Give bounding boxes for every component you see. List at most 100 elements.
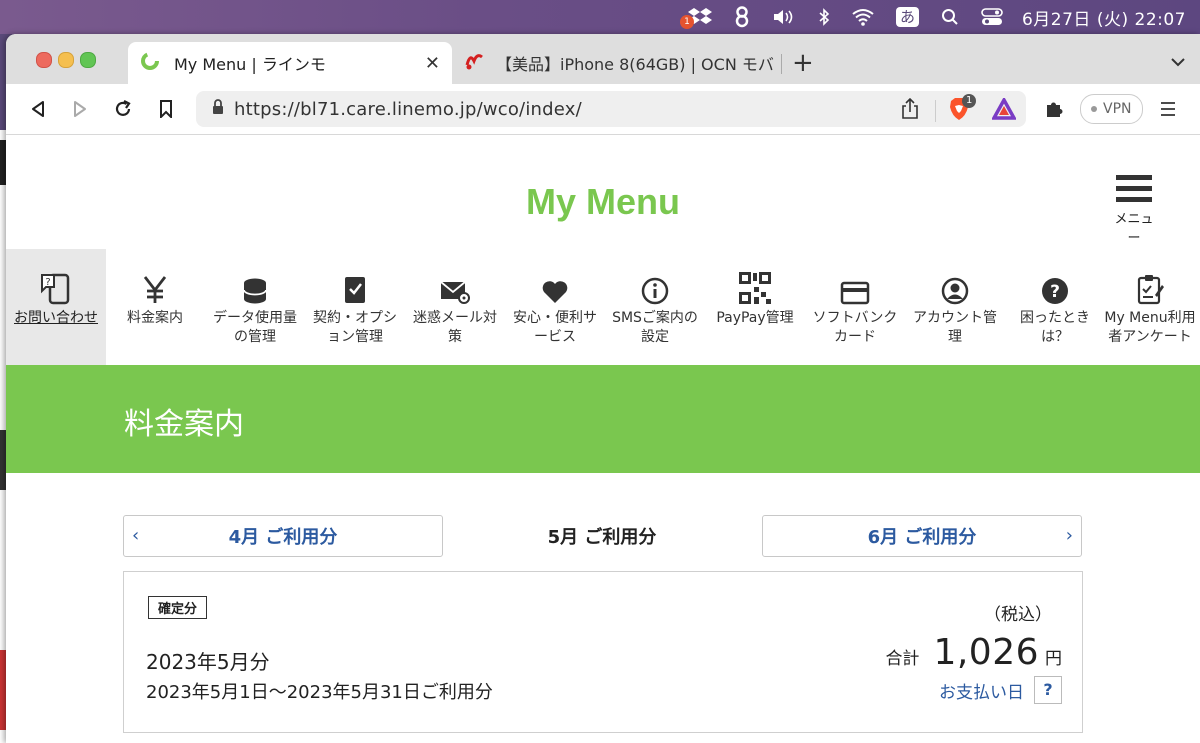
- next-month-label: 6月 ご利用分: [867, 527, 977, 548]
- nav-label: 迷惑メール対策: [413, 310, 497, 345]
- nav-item-spam-mail[interactable]: 迷惑メール対策: [406, 249, 504, 365]
- total-amount: 1,026: [933, 632, 1039, 673]
- nav-label: データ使用量の管理: [213, 310, 297, 345]
- volume-icon[interactable]: [772, 8, 796, 26]
- tab-bar: My Menu | ラインモ ✕ 【美品】iPhone 8(64GB) | OC…: [6, 34, 1200, 84]
- heart-icon: [542, 281, 568, 303]
- bookmark-button[interactable]: [154, 97, 178, 121]
- address-bar[interactable]: https://bl71.care.linemo.jp/wco/index/ 1: [196, 91, 1026, 127]
- vpn-button[interactable]: VPN: [1080, 94, 1143, 124]
- info-icon: [641, 277, 669, 305]
- tab-title: My Menu | ラインモ: [174, 55, 326, 74]
- nav-item-help[interactable]: ? 困ったときは？: [1006, 249, 1104, 365]
- nav-label: 契約・オプション管理: [313, 310, 397, 345]
- nav-label: お問い合わせ: [14, 310, 98, 326]
- nav-label: 困ったときは？: [1020, 310, 1090, 345]
- status-badge: 確定分: [148, 596, 208, 619]
- nav-label: 安心・便利サービス: [513, 310, 597, 345]
- nav-label: ソフトバンクカード: [812, 310, 898, 345]
- nav-label: PayPay管理: [716, 310, 794, 326]
- nav-item-survey[interactable]: My Menu利用者アンケート: [1100, 249, 1200, 365]
- app-status-icon[interactable]: [734, 6, 750, 28]
- currency-unit: 円: [1045, 649, 1062, 669]
- notification-badge: 1: [679, 15, 694, 29]
- control-center-icon[interactable]: [981, 8, 1003, 26]
- vpn-label: VPN: [1103, 101, 1132, 117]
- wifi-icon[interactable]: [852, 8, 874, 26]
- bill-summary-card: 確定分 2023年5月分 2023年5月1日〜2023年5月31日ご利用分 （税…: [123, 571, 1083, 733]
- nav-item-billing[interactable]: 料金案内: [106, 249, 204, 365]
- month-navigation: ‹ 4月 ご利用分 5月 ご利用分 6月 ご利用分 ›: [6, 515, 1200, 557]
- browser-window: My Menu | ラインモ ✕ 【美品】iPhone 8(64GB) | OC…: [6, 34, 1200, 743]
- extensions-puzzle-icon[interactable]: [1042, 97, 1066, 121]
- forward-button[interactable]: [68, 97, 92, 121]
- share-icon[interactable]: [901, 97, 919, 124]
- nav-item-account[interactable]: アカウント管理: [906, 249, 1004, 365]
- menu-bar: 1 あ 6月27日 (火) 22:07: [0, 0, 1200, 34]
- hamburger-menu-button[interactable]: メニュー: [1110, 175, 1158, 246]
- fullscreen-window-button[interactable]: [80, 52, 96, 68]
- browser-menu-icon[interactable]: [1156, 97, 1180, 121]
- user-icon: [941, 277, 969, 305]
- page-title: My Menu: [525, 181, 680, 222]
- database-icon: [243, 278, 267, 304]
- help-icon: ?: [1042, 278, 1068, 304]
- dropbox-icon[interactable]: 1: [679, 7, 712, 29]
- browser-toolbar: https://bl71.care.linemo.jp/wco/index/ 1…: [6, 84, 1200, 135]
- ocn-favicon-icon: [464, 51, 486, 75]
- current-month-label: 5月 ご利用分: [547, 527, 657, 548]
- menubar-clock[interactable]: 6月27日 (火) 22:07: [1022, 5, 1186, 30]
- card-icon: [840, 281, 870, 305]
- nav-item-paypay[interactable]: PayPay管理: [706, 249, 804, 365]
- section-header: 料金案内: [6, 365, 1200, 473]
- phone-question-icon: ?: [41, 273, 70, 305]
- payment-date-row: お支払い日 ?: [939, 676, 1062, 704]
- nav-menu: ? お問い合わせ 料金案内 データ使用量の管理 契約・オプション管理 迷惑メール…: [6, 249, 1200, 365]
- prev-month-label: 4月 ご利用分: [228, 527, 338, 548]
- nav-item-contract[interactable]: 契約・オプション管理: [306, 249, 404, 365]
- close-tab-icon[interactable]: ✕: [425, 53, 440, 74]
- minimize-window-button[interactable]: [58, 52, 74, 68]
- tax-note: （税込）: [984, 605, 1052, 625]
- nav-item-data-usage[interactable]: データ使用量の管理: [206, 249, 304, 365]
- nav-item-card[interactable]: ソフトバンクカード: [806, 249, 904, 365]
- section-title: 料金案内: [124, 407, 244, 442]
- tab-title: 【美品】iPhone 8(64GB) | OCN モバ: [496, 55, 774, 74]
- prev-month-button[interactable]: ‹ 4月 ご利用分: [123, 515, 443, 557]
- back-button[interactable]: [26, 97, 50, 121]
- brave-shields-icon[interactable]: 1: [948, 94, 977, 125]
- brave-rewards-icon[interactable]: [991, 96, 1017, 124]
- chevron-right-icon: ›: [1065, 525, 1073, 546]
- reload-button[interactable]: [111, 97, 135, 121]
- nav-label: SMSご案内の設定: [612, 310, 698, 345]
- yen-icon: [143, 276, 167, 303]
- spotlight-search-icon[interactable]: [941, 8, 959, 26]
- new-tab-button[interactable]: +: [792, 46, 814, 80]
- nav-item-security[interactable]: 安心・便利サービス: [506, 249, 604, 365]
- bill-period: 2023年5月1日〜2023年5月31日ご利用分: [146, 682, 493, 703]
- close-window-button[interactable]: [36, 52, 52, 68]
- chevron-left-icon: ‹: [132, 525, 140, 546]
- svg-text:?: ?: [45, 277, 50, 288]
- linemo-favicon-icon: [140, 51, 160, 75]
- payment-date-help-button[interactable]: ?: [1034, 676, 1062, 704]
- tab-ocn[interactable]: 【美品】iPhone 8(64GB) | OCN モバ: [460, 42, 780, 84]
- nav-item-sms[interactable]: SMSご案内の設定: [606, 249, 704, 365]
- nav-item-contact[interactable]: ? お問い合わせ: [6, 249, 106, 365]
- bluetooth-icon[interactable]: [818, 8, 830, 26]
- clipboard-check-icon: [345, 277, 365, 303]
- url-text: https://bl71.care.linemo.jp/wco/index/: [234, 98, 582, 120]
- tab-list-chevron-icon[interactable]: [1170, 52, 1186, 71]
- menu-label: メニュー: [1114, 212, 1154, 246]
- tab-my-menu[interactable]: My Menu | ラインモ ✕: [128, 42, 452, 84]
- input-method-indicator[interactable]: あ: [895, 7, 919, 27]
- next-month-button[interactable]: 6月 ご利用分 ›: [762, 515, 1082, 557]
- total-label: 合計: [885, 649, 920, 669]
- nav-label: 料金案内: [127, 310, 183, 326]
- lock-icon: [212, 99, 224, 119]
- nav-label: My Menu利用者アンケート: [1104, 310, 1196, 345]
- mail-settings-icon: [440, 281, 470, 304]
- brave-badge: 1: [962, 94, 977, 108]
- payment-date-link[interactable]: お支払い日: [939, 678, 1024, 703]
- svg-text:?: ?: [1050, 282, 1060, 302]
